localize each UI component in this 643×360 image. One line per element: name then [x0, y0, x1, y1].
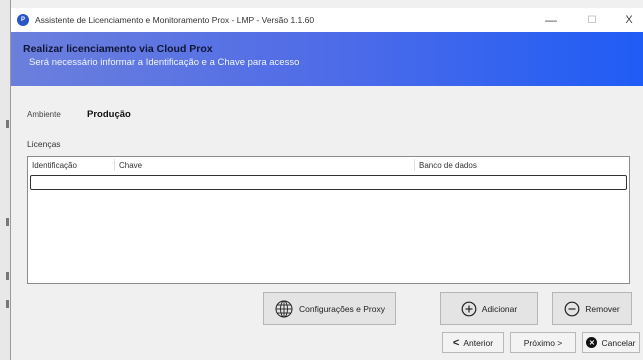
column-header-chave[interactable]: Chave [119, 161, 142, 170]
config-proxy-label: Configurações e Proxy [299, 303, 385, 314]
plus-circle-icon [461, 301, 477, 316]
column-header-banco-de-dados[interactable]: Banco de dados [419, 161, 477, 170]
background-marker [6, 120, 9, 128]
add-button[interactable]: Adicionar [440, 292, 538, 325]
background-marker [6, 300, 9, 308]
minus-circle-icon [564, 301, 580, 316]
add-label: Adicionar [481, 303, 518, 314]
title-bar[interactable]: P Assistente de Licenciamento e Monitora… [11, 8, 643, 32]
licenses-grid[interactable]: Identificação Chave Banco de dados [27, 156, 630, 284]
banner-title: Realizar licenciamento via Cloud Prox [23, 43, 213, 55]
config-proxy-button[interactable]: Configurações e Proxy [263, 292, 396, 325]
cancel-icon: ✕ [586, 337, 598, 348]
back-label: Anterior [463, 337, 494, 348]
remove-button[interactable]: Remover [552, 292, 632, 325]
background-window-edge [0, 0, 10, 360]
grid-header: Identificação Chave Banco de dados [28, 157, 629, 173]
back-button[interactable]: < Anterior [442, 332, 504, 353]
banner-subtitle: Será necessário informar a Identificação… [29, 57, 300, 68]
table-row-new-entry[interactable] [30, 175, 627, 190]
chevron-left-icon: < [452, 336, 460, 349]
minimize-button[interactable]: — [531, 8, 571, 32]
next-button[interactable]: Próximo > [510, 332, 576, 353]
prox-logo-icon: P [17, 14, 29, 26]
ambiente-value: Produção [87, 109, 131, 120]
window-title: Assistente de Licenciamento e Monitorame… [35, 15, 315, 25]
licencas-label: Licenças [27, 139, 61, 149]
remove-label: Remover [585, 303, 620, 314]
column-header-identificacao[interactable]: Identificação [32, 161, 77, 170]
globe-grid-icon [275, 300, 293, 317]
background-marker [6, 218, 9, 226]
close-button[interactable]: X [609, 8, 643, 32]
column-divider [114, 159, 115, 171]
maximize-button[interactable]: ☐ [572, 8, 612, 32]
column-divider [414, 159, 415, 171]
wizard-window: P Assistente de Licenciamento e Monitora… [10, 0, 643, 360]
cancel-label: Cancelar [601, 337, 636, 348]
ambiente-label: Ambiente [27, 110, 61, 119]
header-banner: Realizar licenciamento via Cloud Prox Se… [11, 32, 643, 86]
cancel-button[interactable]: ✕ Cancelar [582, 332, 640, 353]
background-marker [6, 272, 9, 280]
next-label: Próximo > [523, 337, 563, 348]
